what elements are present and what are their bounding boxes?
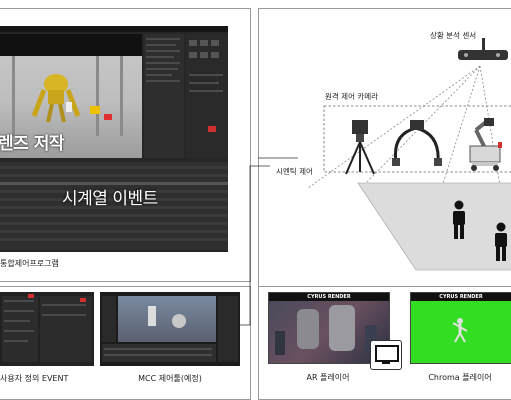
robot-figure-icon: [31, 74, 81, 123]
robot-arm-camera-icon: [469, 118, 502, 171]
crane-camera-icon: [392, 120, 442, 166]
semantic-control-label: 시멘틱 제어: [276, 167, 313, 176]
person-icon: [495, 222, 507, 261]
timeline: 시계열 이벤트: [0, 162, 228, 250]
tripod-camera-icon: [345, 120, 375, 175]
monitor-icon: [370, 340, 402, 370]
connector-line: [240, 165, 270, 326]
person-icon: [453, 200, 465, 239]
mcc-caption: MCC 제어툴(예정): [138, 374, 202, 383]
mcc-screenshot: [100, 292, 240, 366]
chroma-player: CYRUS RENDER: [410, 292, 511, 364]
camera-label: 원격 제어 카메라: [325, 92, 379, 101]
main-program-caption: 통합제어프로그램: [0, 259, 59, 268]
properties-panel: [144, 34, 184, 158]
ar-render-header: CYRUS RENDER: [269, 293, 389, 301]
ar-player-caption: AR 플레이어: [306, 373, 350, 382]
chroma-player-caption: Chroma 플레이어: [428, 373, 492, 382]
menu-bar: [0, 26, 228, 32]
event-caption: 사용자 정의 EVENT: [0, 374, 69, 383]
tools-panel: [186, 34, 228, 158]
sensor-mount: [482, 38, 485, 50]
timeline-event-label: 시계열 이벤트: [62, 189, 158, 209]
lens-authoring-label: 렌즈 저작: [0, 134, 64, 154]
sensor-label: 상황 분석 센서: [430, 31, 477, 40]
chroma-render-header: CYRUS RENDER: [411, 293, 511, 301]
sensor-device-icon: [458, 50, 508, 60]
main-program-screenshot: 렌즈 저작 시계열 이벤트: [0, 26, 228, 252]
event-screenshot: [0, 292, 94, 366]
viewport-3d: 렌즈 저작: [0, 34, 142, 158]
